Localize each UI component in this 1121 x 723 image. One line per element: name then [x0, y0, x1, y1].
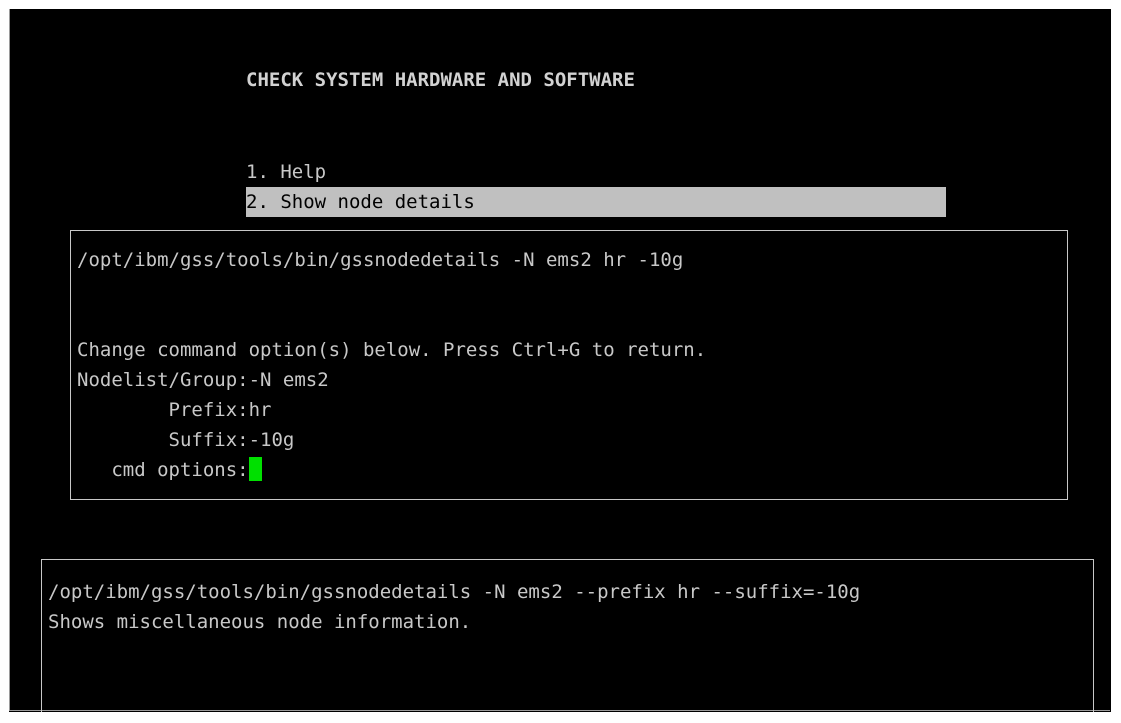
- description-panel: /opt/ibm/gss/tools/bin/gssnodedetails -N…: [41, 559, 1094, 712]
- prefix-label: Prefix:: [77, 399, 249, 421]
- instruction-text: Change command option(s) below. Press Ct…: [77, 339, 707, 361]
- suffix-value[interactable]: -10g: [249, 429, 295, 451]
- menu-item-help[interactable]: 1. Help: [246, 157, 946, 187]
- description-text: Shows miscellaneous node information.: [48, 611, 472, 633]
- cmd-options-field[interactable]: cmd options:: [77, 455, 262, 485]
- text-cursor: [248, 457, 262, 481]
- nodelist-value[interactable]: -N ems2: [249, 369, 329, 391]
- suffix-label: Suffix:: [77, 429, 249, 451]
- suffix-field[interactable]: Suffix:-10g: [77, 425, 295, 455]
- cmd-options-label: cmd options:: [77, 459, 249, 481]
- menu-item-show-node-details[interactable]: 2. Show node details: [246, 187, 946, 217]
- prefix-value[interactable]: hr: [249, 399, 272, 421]
- nodelist-field[interactable]: Nodelist/Group:-N ems2: [77, 365, 329, 395]
- nodelist-label: Nodelist/Group:: [77, 369, 249, 391]
- full-command-text: /opt/ibm/gss/tools/bin/gssnodedetails -N…: [48, 581, 861, 603]
- prefix-field[interactable]: Prefix:hr: [77, 395, 272, 425]
- command-line: /opt/ibm/gss/tools/bin/gssnodedetails -N…: [77, 249, 684, 271]
- screen-title: CHECK SYSTEM HARDWARE AND SOFTWARE: [246, 69, 635, 91]
- command-options-dialog: /opt/ibm/gss/tools/bin/gssnodedetails -N…: [70, 230, 1068, 500]
- terminal-window: CHECK SYSTEM HARDWARE AND SOFTWARE 1. He…: [9, 9, 1111, 712]
